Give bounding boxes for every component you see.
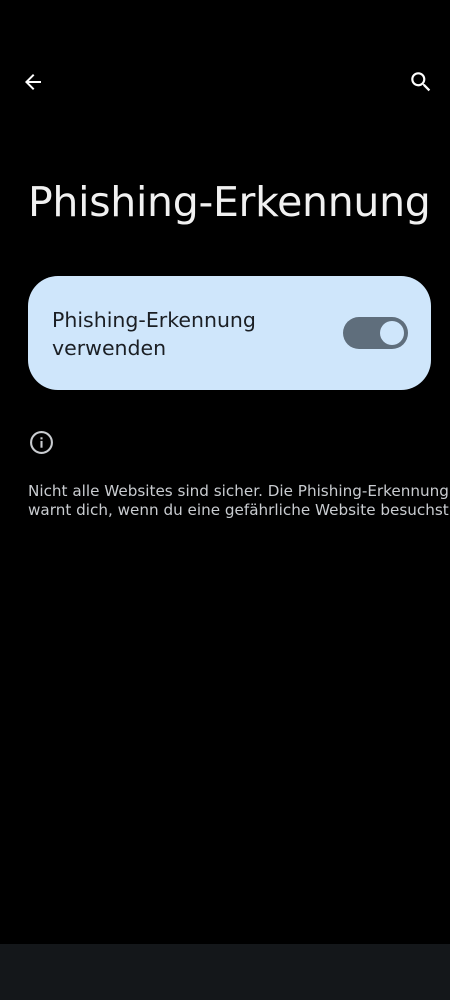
toggle-label-line2: verwenden: [52, 336, 167, 360]
back-button[interactable]: [9, 58, 57, 106]
info-description: Nicht alle Websites sind sicher. Die Phi…: [28, 482, 450, 520]
info-icon: [30, 431, 53, 454]
toggle-switch[interactable]: [343, 317, 408, 349]
search-button[interactable]: [397, 58, 445, 106]
info-description-line1: Nicht alle Websites sind sicher. Die Phi…: [28, 482, 449, 500]
info-description-line2: warnt dich, wenn du eine gefährliche Web…: [28, 501, 450, 519]
top-app-bar: [0, 56, 450, 108]
page-title: Phishing-Erkennung: [28, 178, 431, 226]
toggle-switch-thumb: [380, 321, 404, 345]
system-navigation-bar: [0, 944, 450, 1000]
search-icon: [411, 72, 431, 92]
arrow-left-icon: [25, 74, 41, 90]
toggle-label: Phishing-Erkennung verwenden: [52, 306, 312, 362]
use-phishing-detection-toggle[interactable]: Phishing-Erkennung verwenden: [28, 276, 431, 390]
toggle-label-line1: Phishing-Erkennung: [52, 308, 256, 332]
